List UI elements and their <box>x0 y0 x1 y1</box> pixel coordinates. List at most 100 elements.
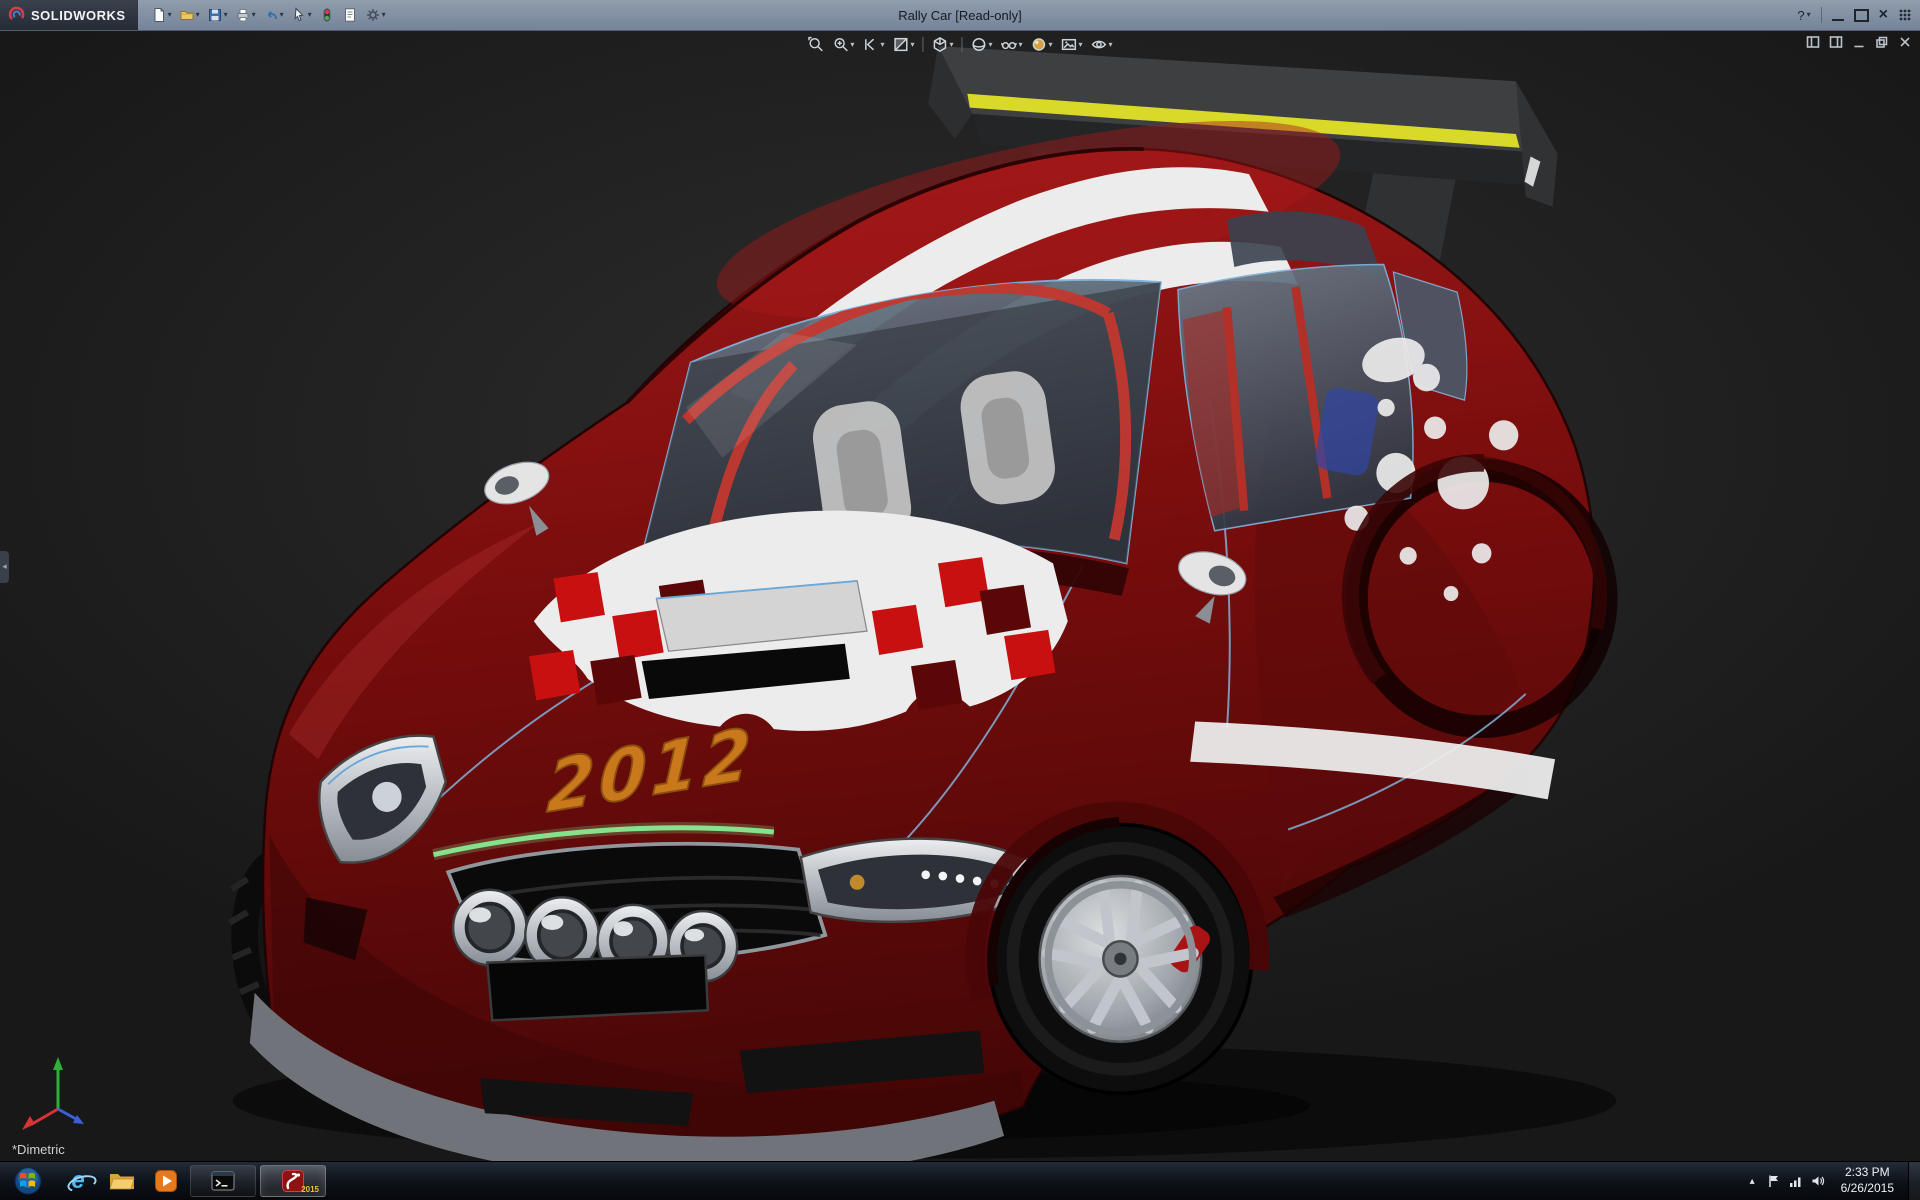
dropdown-caret-icon[interactable]: ▾ <box>988 41 992 49</box>
dropdown-caret-icon[interactable]: ▾ <box>308 11 312 19</box>
window-controls: ?▾ × <box>1797 7 1920 23</box>
dropdown-caret-icon[interactable]: ▾ <box>382 11 386 19</box>
maximize-icon <box>1854 9 1869 22</box>
close-document-icon[interactable] <box>1898 35 1912 49</box>
start-button[interactable] <box>0 1162 56 1200</box>
previous-view-icon <box>862 36 879 53</box>
file-explorer-icon <box>109 1170 135 1192</box>
select-cursor-icon <box>291 7 307 23</box>
dassault-logo-icon <box>8 6 26 24</box>
screen: SOLIDWORKS ▾ ▾ ▾ ▾ ▾ <box>0 0 1920 1200</box>
save-icon <box>207 7 223 23</box>
heads-up-toolbar: ▾ ▾ ▾ ▾ ▾ ▾ <box>804 34 1115 55</box>
taskbar-media-player[interactable] <box>144 1165 188 1197</box>
edit-appearance-button[interactable]: ▾ <box>1028 34 1056 55</box>
view-orientation-button[interactable]: ▾ <box>928 34 956 55</box>
file-properties-button[interactable] <box>339 5 361 25</box>
main-toolbar: ▾ ▾ ▾ ▾ ▾ ▾ <box>138 5 389 25</box>
media-player-icon <box>154 1169 178 1193</box>
feature-pane-icon[interactable] <box>1806 35 1820 49</box>
dropdown-caret-icon[interactable]: ▾ <box>1079 41 1083 49</box>
taskbar-solidworks[interactable]: 2015 <box>260 1165 326 1197</box>
display-pane-icon[interactable] <box>1829 35 1843 49</box>
help-button[interactable]: ?▾ <box>1797 9 1810 22</box>
dropdown-caret-icon[interactable]: ▾ <box>1807 11 1811 19</box>
hidden-icons-button[interactable]: ▴ <box>1746 1174 1759 1189</box>
dropdown-caret-icon[interactable]: ▾ <box>1019 41 1023 49</box>
undo-icon <box>263 7 279 23</box>
dropdown-caret-icon[interactable]: ▾ <box>224 11 228 19</box>
new-document-button[interactable]: ▾ <box>148 5 175 25</box>
resources-grid-icon[interactable] <box>1898 8 1912 22</box>
zoom-area-button[interactable]: ▾ <box>829 34 857 55</box>
divider <box>1821 7 1822 23</box>
dropdown-caret-icon[interactable]: ▾ <box>196 11 200 19</box>
options-button[interactable]: ▾ <box>362 5 389 25</box>
orientation-triad <box>18 1049 92 1133</box>
windows-start-icon <box>14 1167 42 1195</box>
view-orientation-icon <box>931 36 948 53</box>
dropdown-caret-icon[interactable]: ▾ <box>252 11 256 19</box>
zoom-to-fit-button[interactable] <box>804 34 827 55</box>
tray-network-icon[interactable] <box>1789 1174 1803 1188</box>
section-view-icon <box>892 36 909 53</box>
show-desktop-button[interactable] <box>1908 1162 1920 1200</box>
y-axis-icon <box>53 1057 63 1070</box>
restore-document-icon[interactable] <box>1875 35 1889 49</box>
view-settings-button[interactable]: ▾ <box>1088 34 1116 55</box>
open-folder-button[interactable]: ▾ <box>176 5 203 25</box>
section-view-button[interactable]: ▾ <box>889 34 917 55</box>
maximize-button[interactable] <box>1854 9 1869 22</box>
dropdown-caret-icon[interactable]: ▾ <box>880 41 884 49</box>
previous-view-button[interactable]: ▾ <box>859 34 887 55</box>
model-scene[interactable]: 2012 <box>0 31 1920 1161</box>
print-icon <box>235 7 251 23</box>
volume-icon[interactable] <box>1811 1174 1825 1188</box>
print-button[interactable]: ▾ <box>232 5 259 25</box>
new-document-icon <box>151 7 167 23</box>
viewport-3d[interactable]: ▾ ▾ ▾ ▾ ▾ ▾ <box>0 31 1920 1161</box>
close-button[interactable]: × <box>1879 7 1888 23</box>
document-window-controls <box>1806 35 1912 49</box>
internet-explorer-icon: e <box>71 1169 84 1193</box>
dropdown-caret-icon[interactable]: ▾ <box>1109 41 1113 49</box>
rebuild-button[interactable] <box>316 5 338 25</box>
dropdown-caret-icon[interactable]: ▾ <box>949 41 953 49</box>
taskbar-internet-explorer[interactable]: e <box>56 1165 100 1197</box>
taskbar-command-prompt[interactable] <box>190 1165 256 1197</box>
edit-appearance-icon <box>1031 36 1048 53</box>
window-title: Rally Car [Read-only] <box>898 8 1022 23</box>
titlebar: SOLIDWORKS ▾ ▾ ▾ ▾ ▾ <box>0 0 1920 31</box>
display-style-button[interactable]: ▾ <box>967 34 995 55</box>
hide-show-items-button[interactable]: ▾ <box>998 34 1026 55</box>
taskbar-clock[interactable]: 2:33 PM 6/26/2015 <box>1833 1165 1902 1196</box>
dropdown-caret-icon[interactable]: ▾ <box>1049 41 1053 49</box>
minimize-icon <box>1832 9 1844 21</box>
zoom-to-fit-icon <box>807 36 824 53</box>
dropdown-caret-icon[interactable]: ▾ <box>280 11 284 19</box>
x-axis-icon <box>22 1116 35 1130</box>
zoom-area-icon <box>832 36 849 53</box>
close-icon: × <box>1879 7 1888 23</box>
dropdown-caret-icon[interactable]: ▾ <box>168 11 172 19</box>
clock-time: 2:33 PM <box>1841 1165 1894 1181</box>
select-cursor-button[interactable]: ▾ <box>288 5 315 25</box>
view-orientation-label: *Dimetric <box>12 1142 65 1157</box>
file-properties-icon <box>342 7 358 23</box>
solidworks-version-badge: 2015 <box>301 1185 319 1194</box>
dropdown-caret-icon[interactable]: ▾ <box>910 41 914 49</box>
view-settings-icon <box>1091 36 1108 53</box>
minimize-document-icon[interactable] <box>1852 35 1866 49</box>
undo-button[interactable]: ▾ <box>260 5 287 25</box>
apply-scene-button[interactable]: ▾ <box>1058 34 1086 55</box>
save-button[interactable]: ▾ <box>204 5 231 25</box>
divider <box>922 37 923 52</box>
license-plate <box>487 955 707 1020</box>
taskbar: e <box>0 1161 1920 1200</box>
dropdown-caret-icon[interactable]: ▾ <box>850 41 854 49</box>
minimize-button[interactable] <box>1832 9 1844 21</box>
taskbar-file-explorer[interactable] <box>100 1165 144 1197</box>
tray-flag-icon[interactable] <box>1767 1174 1781 1188</box>
app-logo: SOLIDWORKS <box>0 0 138 30</box>
panel-flyout-tab[interactable]: ◂ <box>0 551 9 583</box>
